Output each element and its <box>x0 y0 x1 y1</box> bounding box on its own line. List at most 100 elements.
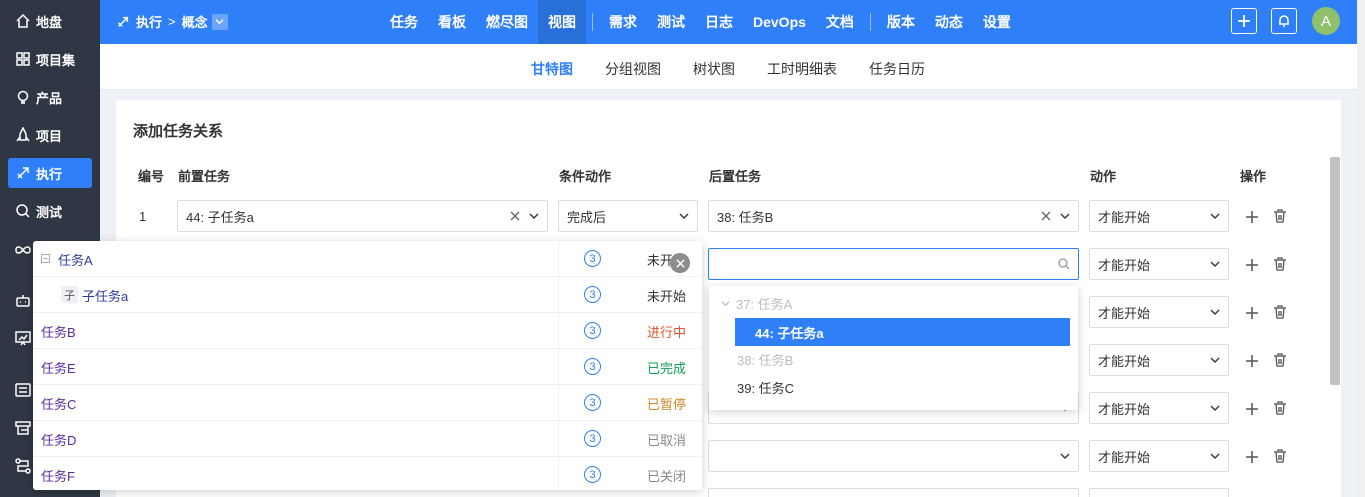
chevron-down-icon <box>1210 309 1220 315</box>
tab-gantt[interactable]: 甘特图 <box>531 59 573 79</box>
notification-button[interactable] <box>1271 8 1297 34</box>
nav-views[interactable]: 视图 <box>538 0 586 44</box>
search-icon <box>1058 258 1070 270</box>
nav-test[interactable]: 测试 <box>647 0 695 44</box>
doc-icon[interactable] <box>14 381 32 399</box>
action-value: 才能开始 <box>1098 209 1151 225</box>
column-divider <box>558 385 559 421</box>
post-task-dropdown: 37: 任务A 44: 子任务a 38: 任务B 39: 任务C <box>709 286 1078 410</box>
list-item[interactable]: 39: 任务C <box>709 373 1078 401</box>
pre-task-select[interactable]: 44: 子任务a <box>177 200 548 232</box>
list-item[interactable]: 任务D 3 已取消 <box>33 421 702 457</box>
plus-icon[interactable] <box>1244 449 1260 465</box>
nav-dynamics[interactable]: 动态 <box>925 0 973 44</box>
trash-icon[interactable] <box>1272 448 1288 464</box>
chevron-down-icon[interactable] <box>211 13 228 30</box>
action-select[interactable]: 才能开始 <box>1089 392 1229 424</box>
sidebar-item-program[interactable]: 项目集 <box>8 44 92 74</box>
sidebar-item-project[interactable]: 项目 <box>8 120 92 150</box>
tab-tree[interactable]: 树状图 <box>693 59 735 79</box>
pre-task-value: 44: 子任务a <box>186 209 254 225</box>
infinity-icon[interactable] <box>14 241 32 259</box>
clear-icon[interactable] <box>1040 210 1052 222</box>
tab-group-view[interactable]: 分组视图 <box>605 59 661 79</box>
plus-icon[interactable] <box>1244 257 1260 273</box>
collapse-icon[interactable]: − <box>41 254 50 263</box>
action-select[interactable] <box>1089 488 1229 497</box>
close-dropdown-button[interactable] <box>670 253 690 273</box>
nav-stories[interactable]: 需求 <box>599 0 647 44</box>
action-select[interactable]: 才能开始 <box>1089 440 1229 472</box>
list-item[interactable]: 任务F 3 已关闭 <box>33 457 702 490</box>
col-header-pre-task: 前置任务 <box>178 169 231 184</box>
layers-icon[interactable] <box>14 419 32 437</box>
list-item[interactable]: 任务E 3 已完成 <box>33 349 702 385</box>
flow-icon[interactable] <box>14 457 32 475</box>
add-button[interactable] <box>1231 8 1257 34</box>
sidebar-item-qa[interactable]: 测试 <box>8 196 92 226</box>
post-task-select[interactable] <box>708 488 1079 497</box>
plus-icon <box>1237 14 1251 28</box>
breadcrumb-current[interactable]: 概念 <box>182 12 208 31</box>
list-item[interactable]: − 任务A 3 未开始 <box>33 241 702 277</box>
action-select[interactable]: 才能开始 <box>1089 200 1229 232</box>
priority-badge: 3 <box>584 430 601 447</box>
task-name: 任务A <box>58 253 93 268</box>
nav-kanban[interactable]: 看板 <box>428 0 476 44</box>
option-label: 44: 子任务a <box>755 325 824 341</box>
close-icon <box>675 258 685 268</box>
breadcrumb: 执行 > 概念 <box>116 12 228 31</box>
plus-icon[interactable] <box>1244 209 1260 225</box>
action-value: 才能开始 <box>1098 449 1151 465</box>
list-item[interactable]: 任务B 3 进行中 <box>33 313 702 349</box>
nav-tasks[interactable]: 任务 <box>380 0 428 44</box>
plus-icon[interactable] <box>1244 401 1260 417</box>
nav-log[interactable]: 日志 <box>695 0 743 44</box>
execute-icon <box>116 15 130 29</box>
sidebar-item-execution[interactable]: 执行 <box>8 158 92 188</box>
robot-icon[interactable] <box>14 292 32 310</box>
sidebar-item-dashboard[interactable]: 地盘 <box>8 6 92 36</box>
list-item[interactable]: 任务C 3 已暂停 <box>33 385 702 421</box>
task-name: 任务C <box>41 397 77 412</box>
trash-icon[interactable] <box>1272 400 1288 416</box>
nav-settings[interactable]: 设置 <box>973 0 1021 44</box>
plus-icon[interactable] <box>1244 353 1260 369</box>
status-badge: 已完成 <box>647 361 687 376</box>
list-item[interactable]: 子 子任务a 3 未开始 <box>33 277 702 313</box>
action-select[interactable]: 才能开始 <box>1089 344 1229 376</box>
condition-select[interactable]: 完成后 <box>558 200 698 232</box>
action-select[interactable]: 才能开始 <box>1089 296 1229 328</box>
child-tag: 子 <box>61 286 78 303</box>
post-task-select[interactable]: 38: 任务B <box>708 200 1079 232</box>
view-tabs: 甘特图 分组视图 树状图 工时明细表 任务日历 <box>100 44 1357 90</box>
col-header-condition: 条件动作 <box>559 169 612 184</box>
task-name: 任务D <box>41 433 77 448</box>
avatar[interactable]: A <box>1312 7 1340 35</box>
nav-devops[interactable]: DevOps <box>743 0 816 44</box>
post-task-select[interactable] <box>708 440 1079 472</box>
nav-docs[interactable]: 文档 <box>816 0 864 44</box>
nav-builds[interactable]: 版本 <box>877 0 925 44</box>
task-name: 子任务a <box>82 289 129 304</box>
scrollbar-thumb[interactable] <box>1330 157 1340 385</box>
trash-icon[interactable] <box>1272 256 1288 272</box>
trash-icon[interactable] <box>1272 352 1288 368</box>
trash-icon[interactable] <box>1272 208 1288 224</box>
action-select[interactable]: 才能开始 <box>1089 248 1229 280</box>
trash-icon[interactable] <box>1272 304 1288 320</box>
clear-icon[interactable] <box>509 210 521 222</box>
nav-burndown[interactable]: 燃尽图 <box>476 0 538 44</box>
breadcrumb-root[interactable]: 执行 <box>136 12 162 31</box>
chevron-down-icon <box>1210 213 1220 219</box>
tab-effort-detail[interactable]: 工时明细表 <box>767 59 837 79</box>
plus-icon[interactable] <box>1244 305 1260 321</box>
page-scrollbar-track[interactable] <box>1357 0 1365 497</box>
post-task-search-input[interactable] <box>708 248 1079 280</box>
list-item[interactable]: 44: 子任务a <box>735 318 1070 346</box>
chart-board-icon[interactable] <box>14 329 32 347</box>
tab-task-calendar[interactable]: 任务日历 <box>869 59 925 79</box>
breadcrumb-separator: > <box>168 14 176 29</box>
sidebar-item-product[interactable]: 产品 <box>8 82 92 112</box>
sidebar-item-label: 项目集 <box>36 52 76 68</box>
